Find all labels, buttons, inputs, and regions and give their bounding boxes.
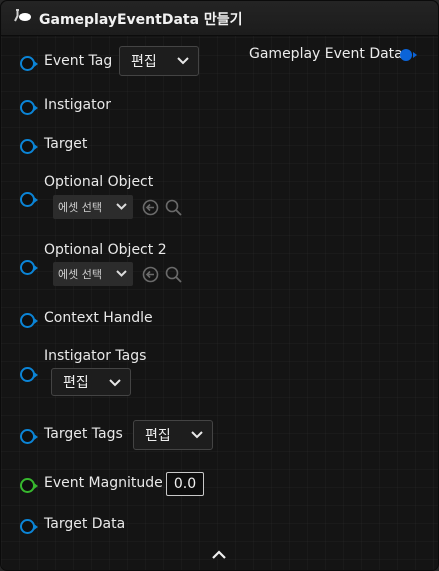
node-header[interactable]: GameplayEventData 만들기 (1, 1, 438, 36)
label-optional-object: Optional Object (44, 174, 154, 190)
label-optional-object-2: Optional Object 2 (44, 242, 167, 258)
chevron-down-icon (116, 203, 127, 210)
input-pin-target-tags[interactable] (20, 429, 38, 444)
target-tags-edit-dropdown[interactable]: 편집 (133, 420, 213, 450)
input-pin-instigator[interactable] (20, 100, 38, 115)
browse-search-icon[interactable] (165, 266, 182, 283)
input-pin-context-handle[interactable] (20, 313, 38, 328)
event-magnitude-input[interactable]: 0.0 (166, 472, 204, 496)
use-selected-arrow-icon[interactable] (142, 199, 159, 216)
browse-search-icon[interactable] (165, 199, 182, 216)
function-icon (13, 9, 33, 31)
instigator-tags-edit-dropdown[interactable]: 편집 (51, 368, 131, 396)
chevron-down-icon (177, 57, 189, 65)
use-selected-arrow-icon[interactable] (142, 266, 159, 283)
label-target-tags: Target Tags (44, 426, 123, 442)
chevron-down-icon (109, 379, 121, 387)
node-title: GameplayEventData 만들기 (39, 12, 243, 28)
output-pin-gameplay-event-data[interactable] (400, 49, 417, 61)
label-event-tag: Event Tag (44, 53, 113, 69)
label-target-data: Target Data (44, 516, 126, 532)
input-pin-event-magnitude[interactable] (20, 478, 38, 493)
instigator-tags-edit-label: 편집 (63, 375, 89, 391)
input-pin-target[interactable] (20, 139, 38, 154)
event-tag-edit-label: 편집 (131, 54, 157, 70)
label-context-handle: Context Handle (44, 310, 153, 326)
label-target: Target (44, 136, 88, 152)
input-pin-target-data[interactable] (20, 519, 38, 534)
make-gameplay-event-data-node[interactable]: GameplayEventData 만들기 Gameplay Event Dat… (0, 0, 439, 571)
chevron-down-icon (191, 431, 203, 439)
output-label-gameplay-event-data: Gameplay Event Data (249, 46, 403, 62)
label-instigator-tags: Instigator Tags (44, 348, 147, 364)
optional-object-asset-picker[interactable]: 에셋 선택 (53, 195, 133, 219)
label-instigator: Instigator (44, 97, 111, 113)
optional-object-2-asset-picker[interactable]: 에셋 선택 (53, 262, 133, 286)
label-event-magnitude: Event Magnitude (44, 475, 163, 491)
input-pin-optional-object-2[interactable] (20, 260, 38, 275)
chevron-up-icon[interactable] (211, 550, 227, 560)
input-pin-optional-object[interactable] (20, 192, 38, 207)
asset-picker-label: 에셋 선택 (58, 268, 102, 281)
input-pin-event-tag[interactable] (20, 56, 38, 71)
target-tags-edit-label: 편집 (145, 428, 171, 444)
asset-picker-label: 에셋 선택 (58, 201, 102, 214)
event-tag-edit-dropdown[interactable]: 편집 (119, 46, 199, 76)
input-pin-instigator-tags[interactable] (20, 367, 38, 382)
chevron-down-icon (116, 270, 127, 277)
